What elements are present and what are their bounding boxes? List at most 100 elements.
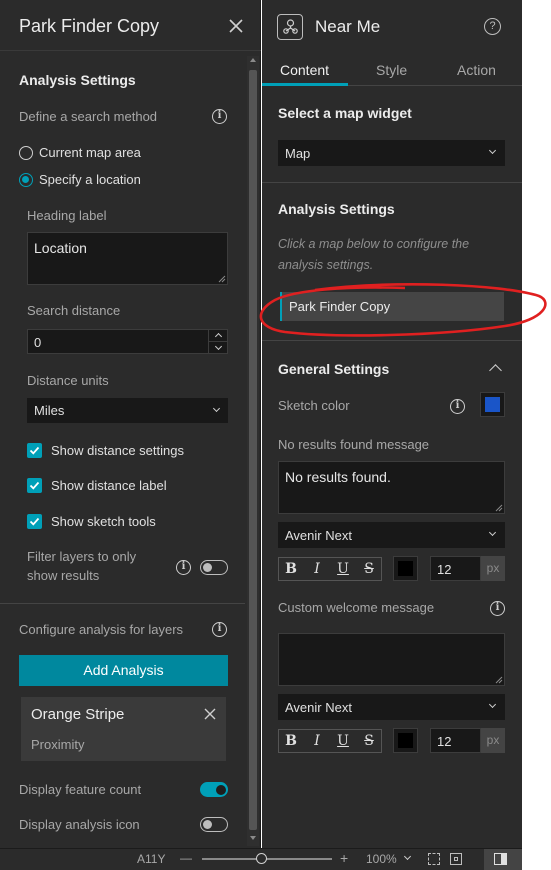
close-icon[interactable] <box>227 17 245 35</box>
sketch-color-label: Sketch color <box>278 398 350 413</box>
a11y-button[interactable]: A11Y <box>137 852 165 866</box>
active-tab-indicator <box>262 83 348 86</box>
tab-action[interactable]: Action <box>457 62 496 78</box>
font-color-swatch <box>398 561 413 576</box>
heading-label-textarea[interactable]: Location <box>27 232 228 285</box>
strikethrough-button[interactable]: S <box>358 730 380 752</box>
search-distance-input[interactable]: 0 <box>27 329 228 354</box>
underline-button[interactable]: U <box>332 730 354 752</box>
checkbox-label: Show sketch tools <box>51 514 156 529</box>
info-icon[interactable]: i <box>212 622 227 637</box>
checkbox-show-sketch-tools[interactable]: Show sketch tools <box>27 514 227 530</box>
panel-toggle-button[interactable] <box>484 849 522 870</box>
no-results-value: No results found. <box>285 469 391 485</box>
zoom-in-button[interactable]: + <box>340 850 348 866</box>
no-results-textarea[interactable]: No results found. <box>278 461 505 514</box>
font-family-value: Avenir Next <box>285 528 352 543</box>
zoom-out-button[interactable]: — <box>180 851 192 865</box>
zoom-slider-thumb[interactable] <box>255 853 267 864</box>
info-icon[interactable]: i <box>450 399 465 414</box>
font-size-input[interactable]: 12 <box>430 728 481 753</box>
font-size-input[interactable]: 12 <box>430 556 481 581</box>
custom-welcome-label: Custom welcome message <box>278 600 435 615</box>
fit-icon[interactable] <box>428 853 440 865</box>
stepper-down-button[interactable] <box>208 342 228 354</box>
filter-layers-label-line1: Filter layers to only <box>27 549 137 564</box>
zoom-level[interactable]: 100% <box>366 852 397 866</box>
status-bar: A11Y — + 100% <box>0 848 522 870</box>
font-family-select[interactable]: Avenir Next <box>278 522 505 548</box>
radio-specify-location[interactable]: Specify a location <box>19 172 159 188</box>
filter-layers-label-line2: show results <box>27 568 100 583</box>
right-widget-panel: Near Me ? Content Style Action Select a … <box>262 0 522 848</box>
font-family-select[interactable]: Avenir Next <box>278 694 505 720</box>
map-widget-value: Map <box>285 146 311 161</box>
tab-bar: Content Style Action <box>262 56 522 86</box>
tab-style[interactable]: Style <box>376 62 407 78</box>
font-size-value: 12 <box>437 562 452 577</box>
help-icon[interactable]: ? <box>484 18 501 35</box>
chevron-down-icon <box>488 528 497 537</box>
chevron-up-icon[interactable] <box>489 364 502 377</box>
tab-content[interactable]: Content <box>280 62 329 78</box>
sketch-color-picker[interactable] <box>480 392 505 417</box>
radio-current-map-area[interactable]: Current map area <box>19 145 159 161</box>
info-icon[interactable]: i <box>212 109 227 124</box>
near-me-widget-icon <box>277 14 303 40</box>
add-analysis-button[interactable]: Add Analysis <box>19 655 228 686</box>
bold-button[interactable]: B <box>280 730 302 752</box>
display-analysis-icon-toggle[interactable] <box>200 817 228 832</box>
strikethrough-button[interactable]: S <box>358 558 380 580</box>
checkbox-show-distance-label[interactable]: Show distance label <box>27 478 227 494</box>
custom-welcome-textarea[interactable] <box>278 633 505 686</box>
stepper-up-button[interactable] <box>208 330 228 342</box>
check-icon[interactable] <box>27 478 42 493</box>
font-family-value: Avenir Next <box>285 700 352 715</box>
italic-button[interactable]: I <box>306 558 328 580</box>
left-settings-panel: Park Finder Copy Analysis Settings Defin… <box>0 0 261 848</box>
radio-label: Specify a location <box>39 172 141 187</box>
page-gutter <box>522 0 551 848</box>
font-color-picker[interactable] <box>393 728 418 753</box>
general-settings-heading: General Settings <box>278 361 390 377</box>
checkbox-label: Show distance label <box>51 478 167 493</box>
checkbox-show-distance-settings[interactable]: Show distance settings <box>27 443 227 459</box>
heading-label-caption: Heading label <box>27 208 107 223</box>
bold-button[interactable]: B <box>280 558 302 580</box>
display-feature-count-toggle[interactable] <box>200 782 228 797</box>
chevron-down-icon[interactable] <box>403 852 412 861</box>
chevron-down-icon <box>212 404 221 413</box>
checkbox-label: Show distance settings <box>51 443 184 458</box>
distance-units-select[interactable]: Miles <box>27 398 228 423</box>
radio-selected-icon[interactable] <box>19 173 33 187</box>
distance-units-value: Miles <box>34 403 65 418</box>
annotation-ellipse <box>259 283 547 337</box>
close-icon[interactable] <box>203 707 217 721</box>
font-color-picker[interactable] <box>393 556 418 581</box>
scrollbar-thumb[interactable] <box>249 70 257 830</box>
chevron-down-icon <box>488 146 497 155</box>
info-icon[interactable]: i <box>490 601 505 616</box>
underline-button[interactable]: U <box>332 558 354 580</box>
zoom-slider[interactable] <box>202 853 332 864</box>
radio-label: Current map area <box>39 145 141 160</box>
search-distance-label: Search distance <box>27 303 121 318</box>
check-icon[interactable] <box>27 443 42 458</box>
configure-analysis-label: Configure analysis for layers <box>19 622 184 637</box>
map-widget-select[interactable]: Map <box>278 140 505 166</box>
layout-icon[interactable] <box>450 853 462 865</box>
scrollbar[interactable] <box>247 56 259 846</box>
no-results-label: No results found message <box>278 437 430 452</box>
info-icon[interactable]: i <box>176 560 191 575</box>
analysis-card-title: Orange Stripe <box>31 706 125 723</box>
font-size-unit: px <box>481 728 505 753</box>
filter-layers-toggle[interactable] <box>200 560 228 575</box>
analysis-card[interactable]: Orange Stripe Proximity <box>21 697 226 761</box>
text-format-toolbar: B I U S 12 px <box>278 728 505 754</box>
sketch-color-swatch <box>485 397 500 412</box>
analysis-card-subtitle: Proximity <box>31 737 85 752</box>
radio-icon[interactable] <box>19 146 33 160</box>
check-icon[interactable] <box>27 514 42 529</box>
italic-button[interactable]: I <box>306 730 328 752</box>
font-size-value: 12 <box>437 734 452 749</box>
